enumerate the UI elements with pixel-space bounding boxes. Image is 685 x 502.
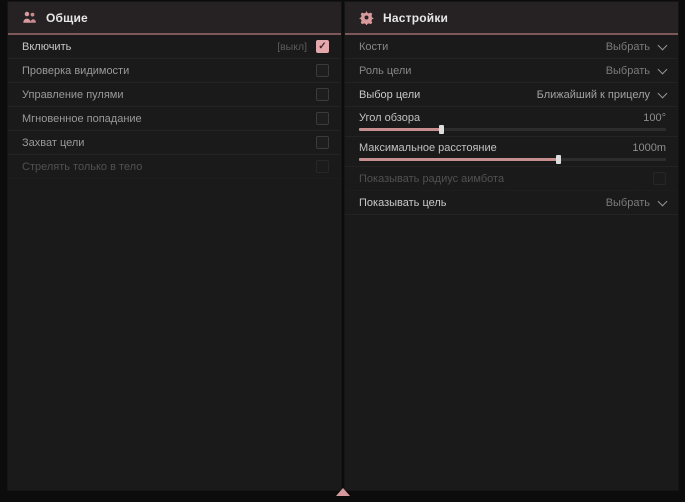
toggle-label: Показывать радиус аимбота [359, 173, 653, 185]
dropdown-row-target-selection: Выбор цели Ближайший к прицелу [345, 83, 678, 107]
dropdown-label: Показывать цель [359, 197, 606, 209]
mod-menu-root: Общие Включить [выкл] Проверка видимости… [0, 0, 685, 502]
toggle-row-instant-hit: Мгновенное попадание [8, 107, 341, 131]
toggle-label: Управление пулями [22, 89, 316, 101]
panel-general: Общие Включить [выкл] Проверка видимости… [8, 2, 341, 490]
panel-general-body: Включить [выкл] Проверка видимости Управ… [8, 35, 341, 490]
panel-settings: Настройки Кости Выбрать Роль цели Выбрат… [345, 2, 678, 490]
panel-general-header: Общие [8, 2, 341, 33]
toggle-row-body-only: Стрелять только в тело [8, 155, 341, 179]
checkbox[interactable] [316, 160, 329, 173]
panel-title: Настройки [383, 11, 448, 25]
dropdown-row-bones: Кости Выбрать [345, 35, 678, 59]
slider-handle[interactable] [439, 125, 444, 134]
checkbox[interactable] [316, 64, 329, 77]
toggle-label: Включить [22, 41, 277, 53]
dropdown-label: Кости [359, 41, 606, 53]
dropdown-value: Выбрать [606, 65, 650, 77]
slider-fill [359, 128, 442, 131]
dropdown-label: Роль цели [359, 65, 606, 77]
checkbox[interactable] [316, 40, 329, 53]
toggle-label: Проверка видимости [22, 65, 316, 77]
slider-label: Максимальное расстояние [359, 142, 632, 154]
toggle-row-bullet-control: Управление пулями [8, 83, 341, 107]
gear-icon [359, 10, 374, 25]
toggle-row-visibility-check: Проверка видимости [8, 59, 341, 83]
slider-value: 1000m [632, 142, 666, 154]
toggle-row-enable: Включить [выкл] [8, 35, 341, 59]
dropdown-value: Выбрать [606, 197, 650, 209]
dropdown-row-target-role: Роль цели Выбрать [345, 59, 678, 83]
chevron-down-icon [658, 64, 668, 74]
chevron-down-icon [658, 88, 668, 98]
chevron-down-icon [658, 40, 668, 50]
slider-label: Угол обзора [359, 112, 643, 124]
panel-title: Общие [46, 11, 88, 25]
toggle-row-target-lock: Захват цели [8, 131, 341, 155]
chevron-down-icon [658, 196, 668, 206]
slider-value: 100° [643, 112, 666, 124]
toggle-row-show-radius: Показывать радиус аимбота [345, 167, 678, 191]
dropdown-bones[interactable]: Выбрать [606, 39, 666, 55]
dropdown-target-selection[interactable]: Ближайший к прицелу [537, 87, 666, 103]
dropdown-show-target[interactable]: Выбрать [606, 195, 666, 211]
toggle-label: Захват цели [22, 137, 316, 149]
checkbox[interactable] [316, 136, 329, 149]
panel-settings-body: Кости Выбрать Роль цели Выбрать Выбор це… [345, 35, 678, 490]
menu-expand-arrow-icon[interactable] [336, 488, 350, 496]
checkbox[interactable] [316, 88, 329, 101]
dropdown-label: Выбор цели [359, 89, 537, 101]
slider-row-max-distance: Максимальное расстояние 1000m [345, 137, 678, 167]
dropdown-target-role[interactable]: Выбрать [606, 63, 666, 79]
slider-row-fov: Угол обзора 100° [345, 107, 678, 137]
keybind-text[interactable]: [выкл] [277, 41, 307, 53]
dropdown-value: Выбрать [606, 41, 650, 53]
dropdown-value: Ближайший к прицелу [537, 89, 650, 101]
dropdown-row-show-target: Показывать цель Выбрать [345, 191, 678, 215]
slider-handle[interactable] [556, 155, 561, 164]
panel-settings-header: Настройки [345, 2, 678, 33]
slider-fill [359, 158, 559, 161]
users-icon [22, 10, 37, 25]
checkbox[interactable] [316, 112, 329, 125]
fov-slider-track[interactable] [359, 128, 666, 131]
toggle-label: Стрелять только в тело [22, 161, 316, 173]
checkbox[interactable] [653, 172, 666, 185]
toggle-label: Мгновенное попадание [22, 113, 316, 125]
distance-slider-track[interactable] [359, 158, 666, 161]
